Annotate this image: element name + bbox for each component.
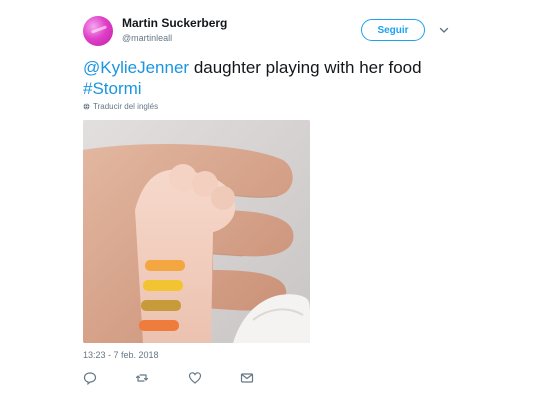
envelope-icon[interactable] [240,371,254,385]
tweet-body: daughter playing with her food [189,58,422,77]
follow-button[interactable]: Seguir [361,19,425,41]
user-name[interactable]: Martin Suckerberg [122,16,227,30]
hashtag-link[interactable]: #Stormi [83,79,142,98]
photo-illustration [83,120,310,343]
globe-icon [83,103,90,110]
heart-icon[interactable] [188,371,202,385]
reply-icon[interactable] [83,371,97,385]
tweet-timestamp[interactable]: 13:23 - 7 feb. 2018 [83,350,159,360]
mention-link[interactable]: @KylieJenner [83,58,189,77]
tweet-actions [83,371,283,387]
tweet-photo[interactable] [83,120,310,343]
translate-link[interactable]: Traducir del inglés [83,102,158,111]
chevron-down-icon[interactable] [438,24,450,36]
tweet-text: @KylieJenner daughter playing with her f… [83,57,503,99]
translate-label[interactable]: Traducir del inglés [93,102,158,111]
avatar[interactable] [83,16,113,46]
retweet-icon[interactable] [135,371,149,385]
user-handle[interactable]: @martinleall [122,33,172,43]
